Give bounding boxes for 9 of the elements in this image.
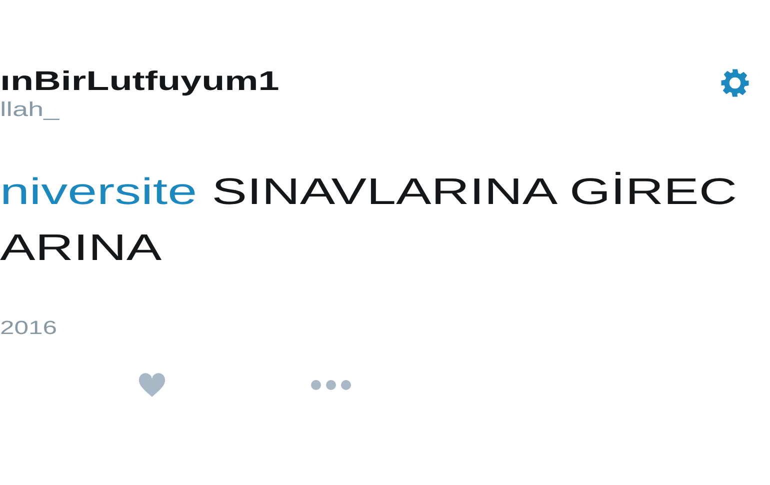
tweet-line: SINAVLARINA GİREC — [210, 171, 738, 212]
more-icon[interactable] — [310, 379, 352, 391]
tweet-line: ARINA — [0, 227, 162, 268]
settings-icon[interactable] — [720, 68, 750, 98]
tweet-date: 2016 — [0, 318, 58, 340]
display-name[interactable]: ınBirLutfuyum1 — [0, 64, 280, 98]
heart-icon[interactable] — [137, 372, 167, 398]
user-handle[interactable]: llah_ — [0, 98, 60, 122]
hashtag-link[interactable]: niversite — [0, 171, 198, 212]
